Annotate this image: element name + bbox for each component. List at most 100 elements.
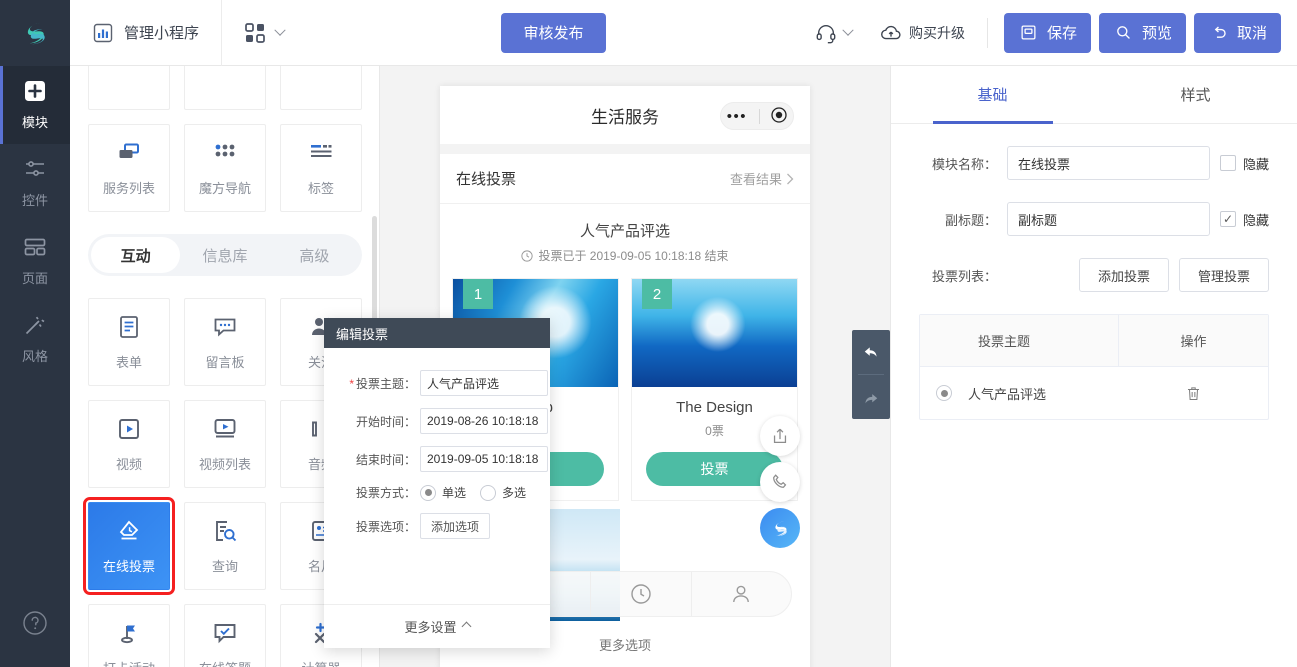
phone-statusbar: 生活服务 ••• [440,86,810,144]
module-name-hide-toggle[interactable]: 隐藏 [1219,154,1269,173]
palette-tab-interaction[interactable]: 互动 [91,237,181,273]
support-button[interactable] [801,12,866,54]
module-card-form[interactable]: 表单 [88,298,170,386]
redo-button[interactable] [852,375,890,419]
vote-mode-label: 投票方式： [355,486,416,500]
sidebar-item-widgets[interactable]: 控件 [0,144,70,222]
vote-status-row: 投票已于 2019-09-05 10:18:18 结束 [440,241,810,264]
module-card-online-vote[interactable]: 在线投票 [83,497,175,595]
radio-selected[interactable] [420,484,436,501]
vote-options-label: 投票选项： [355,519,416,534]
sidebar-item-label: 页面 [21,271,48,286]
module-card[interactable] [184,66,266,110]
module-card-label: 查询 [211,558,238,574]
module-card-tag[interactable]: 标签 [280,124,362,212]
module-card-query[interactable]: 查询 [184,502,266,590]
preview-button[interactable]: 预览 [1098,12,1186,53]
top-toolbar: 管理小程序 审核发布 购买升级 保存 预览 取消 [0,0,1297,66]
add-vote-button[interactable]: 添加投票 [1078,258,1169,292]
form-icon [116,314,142,343]
dialog-field-start: 开始时间： [324,408,550,434]
layout-pages-icon [23,235,47,262]
tag-lines-icon [308,140,334,169]
module-name-label: 模块名称： [931,156,997,172]
sidebar-item-modules[interactable]: 模块 [0,66,70,144]
upgrade-button[interactable]: 购买升级 [866,12,979,54]
vote-module-title: 在线投票 [456,171,517,188]
tabbar-item-profile[interactable] [692,572,791,616]
radio-unselected[interactable] [480,484,497,501]
subtitle-input[interactable] [1007,202,1210,236]
cancel-button[interactable]: 取消 [1194,12,1282,53]
share-button[interactable] [760,416,800,456]
module-name-input[interactable] [1007,146,1210,180]
delete-row-button[interactable] [1118,385,1268,402]
module-card-message-board[interactable]: 留言板 [184,298,266,386]
table-row[interactable]: 人气产品评选 [920,367,1268,419]
checkbox-checked[interactable]: ✓ [1219,211,1236,227]
brand-float-button[interactable] [760,508,800,548]
start-time-input[interactable] [420,408,548,434]
dialog-more-settings[interactable]: 更多设置 [324,604,550,648]
cloud-upload-icon [880,22,902,44]
call-button[interactable] [760,462,800,502]
view-results-label: 查看结果 [729,172,782,187]
manage-miniapp-label: 管理小程序 [124,25,200,42]
sliders-icon [23,157,47,184]
undo-arrow-icon [864,347,877,357]
save-button[interactable]: 保存 [1003,12,1091,53]
checkbox-unchecked[interactable] [1219,155,1236,171]
phone-floating-buttons [760,416,800,548]
video-list-icon [212,416,238,445]
palette-tab-advanced[interactable]: 高级 [270,237,359,273]
dialog-title: 编辑投票 [324,318,550,348]
manage-miniapp-entry[interactable]: 管理小程序 [70,0,223,66]
message-board-icon [212,314,238,343]
undo-arrow-icon [1208,22,1230,44]
module-card[interactable] [280,66,362,110]
module-card-cube-nav[interactable]: 魔方导航 [184,124,266,212]
subtitle-hide-toggle[interactable]: ✓ 隐藏 [1219,210,1269,229]
checkin-flag-icon [116,620,142,649]
help-button[interactable] [0,610,70,639]
sidebar-item-style[interactable]: 风格 [0,300,70,378]
manage-vote-button[interactable]: 管理投票 [1178,258,1269,292]
more-settings-label: 更多设置 [404,620,457,635]
undo-redo-toolbar [852,330,890,419]
module-card-service-list[interactable]: 服务列表 [88,124,170,212]
module-card-video-list[interactable]: 视频列表 [184,400,266,488]
module-card[interactable] [88,66,170,110]
hide-label: 隐藏 [1242,212,1269,228]
apps-switcher[interactable] [222,0,306,66]
module-card-video[interactable]: 视频 [88,400,170,488]
redo-arrow-icon [865,394,878,404]
radio-multi-choice[interactable]: 多选 [480,484,526,501]
row-radio-selected[interactable] [936,385,952,401]
app-logo[interactable] [0,0,70,66]
tabbar-item-history[interactable] [591,572,692,616]
module-card-label: 标签 [307,180,334,196]
publish-button[interactable]: 审核发布 [501,12,606,53]
palette-category-tabs: 互动 信息库 高级 [88,234,362,276]
toolbar-divider [986,17,988,48]
trash-icon [1187,386,1199,400]
properties-panel: 基础 样式 模块名称： 隐藏 副标题： ✓ 隐藏 投票列表： 添加投票 管理投票 [890,66,1297,667]
add-option-button[interactable]: 添加选项 [420,513,491,539]
tab-basic[interactable]: 基础 [891,66,1094,123]
radio-label: 多选 [502,486,527,500]
palette-tab-infolib[interactable]: 信息库 [180,237,269,273]
tab-style[interactable]: 样式 [1094,66,1297,123]
view-results-link[interactable]: 查看结果 [730,169,794,188]
end-time-input[interactable] [420,446,548,472]
save-label: 保存 [1046,25,1077,42]
vote-topic-text: 人气产品评选 [968,386,1047,402]
module-card-quiz[interactable]: 在线答题 [184,604,266,667]
sidebar-item-pages[interactable]: 页面 [0,222,70,300]
chevron-down-icon [842,24,854,36]
module-card-label: 视频列表 [198,456,251,472]
vote-topic-input[interactable] [420,370,548,396]
module-card-checkin[interactable]: 打卡活动 [88,604,170,667]
undo-button[interactable] [852,330,890,374]
s-logo-icon [27,22,45,44]
radio-single-choice[interactable]: 单选 [420,484,466,501]
